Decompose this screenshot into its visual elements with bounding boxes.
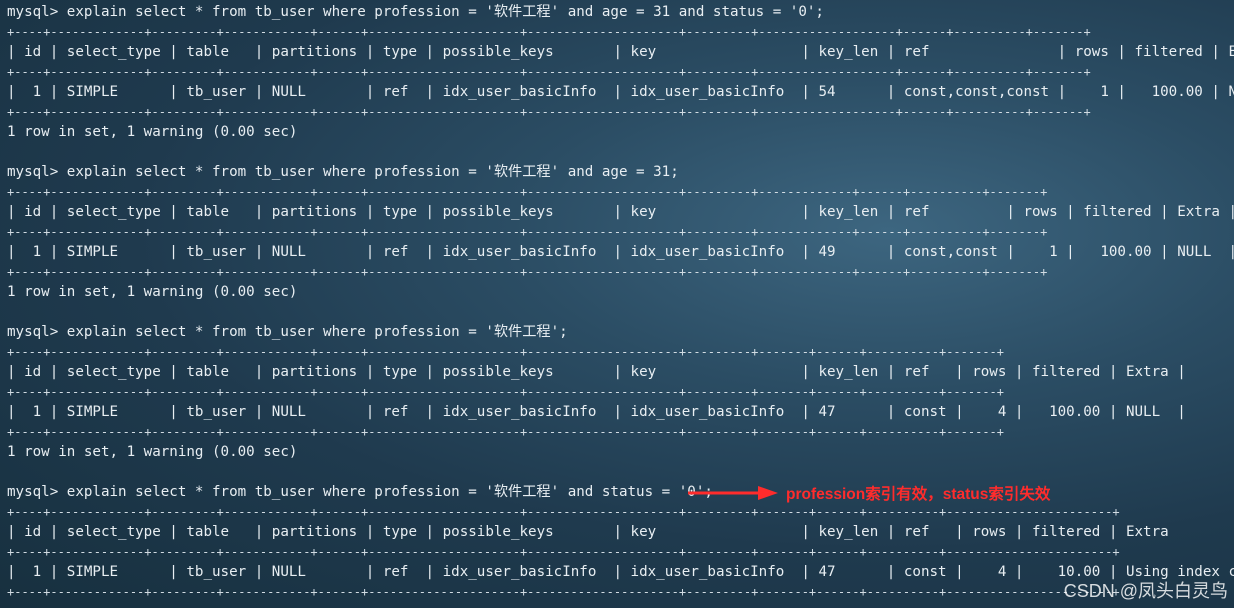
terminal-line: | 1 | SIMPLE | tb_user | NULL | ref | id… (7, 564, 1234, 580)
annotation-text: profession索引有效，status索引失效 (786, 486, 1051, 503)
terminal-line: | id | select_type | table | partitions … (7, 44, 1234, 60)
table-border-line: +----+-------------+---------+----------… (7, 545, 1120, 559)
terminal-line: mysql> explain select * from tb_user whe… (7, 4, 824, 20)
table-border-line: +----+-------------+---------+----------… (7, 585, 1120, 599)
table-border-line: +----+-------------+---------+----------… (7, 65, 1091, 79)
table-border-line: +----+-------------+---------+----------… (7, 425, 1004, 439)
table-border-line: +----+-------------+---------+----------… (7, 225, 1048, 239)
terminal-line: | id | select_type | table | partitions … (7, 524, 1234, 540)
table-border-line: +----+-------------+---------+----------… (7, 25, 1091, 39)
terminal-line: mysql> explain select * from tb_user whe… (7, 324, 568, 340)
terminal-line: 1 row in set, 1 warning (0.00 sec) (7, 124, 298, 140)
terminal-output: mysql> explain select * from tb_user whe… (0, 0, 1234, 602)
table-border-line: +----+-------------+---------+----------… (7, 105, 1091, 119)
terminal-line: | 1 | SIMPLE | tb_user | NULL | ref | id… (7, 404, 1186, 420)
arrow-right-icon (688, 486, 778, 500)
terminal-line: mysql> explain select * from tb_user whe… (7, 164, 679, 180)
terminal-line: 1 row in set, 1 warning (0.00 sec) (7, 444, 298, 460)
table-border-line: +----+-------------+---------+----------… (7, 385, 1004, 399)
table-border-line: +----+-------------+---------+----------… (7, 185, 1048, 199)
terminal-window[interactable]: mysql> explain select * from tb_user whe… (0, 0, 1234, 608)
table-border-line: +----+-------------+---------+----------… (7, 345, 1004, 359)
table-border-line: +----+-------------+---------+----------… (7, 265, 1048, 279)
terminal-line: 1 row in set, 1 warning (0.00 sec) (7, 284, 298, 300)
terminal-line: | 1 | SIMPLE | tb_user | NULL | ref | id… (7, 244, 1234, 260)
terminal-line: | 1 | SIMPLE | tb_user | NULL | ref | id… (7, 84, 1234, 100)
annotation: profession索引有效，status索引失效 (688, 481, 1050, 505)
table-border-line: +----+-------------+---------+----------… (7, 505, 1120, 519)
terminal-line: | id | select_type | table | partitions … (7, 364, 1186, 380)
watermark: CSDN @凤头白灵鸟 (1063, 581, 1228, 601)
terminal-line: | id | select_type | table | partitions … (7, 204, 1234, 220)
